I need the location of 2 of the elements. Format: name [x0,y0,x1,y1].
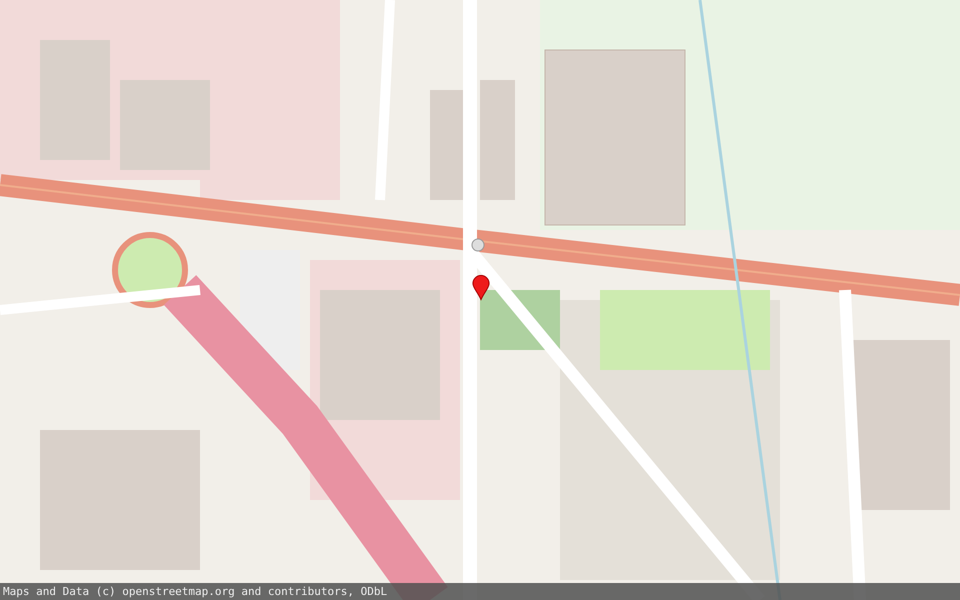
attribution-text: Maps and Data (c) openstreetmap.org and contributors, ODbL [2,585,388,598]
map-pin-icon[interactable] [472,275,490,301]
